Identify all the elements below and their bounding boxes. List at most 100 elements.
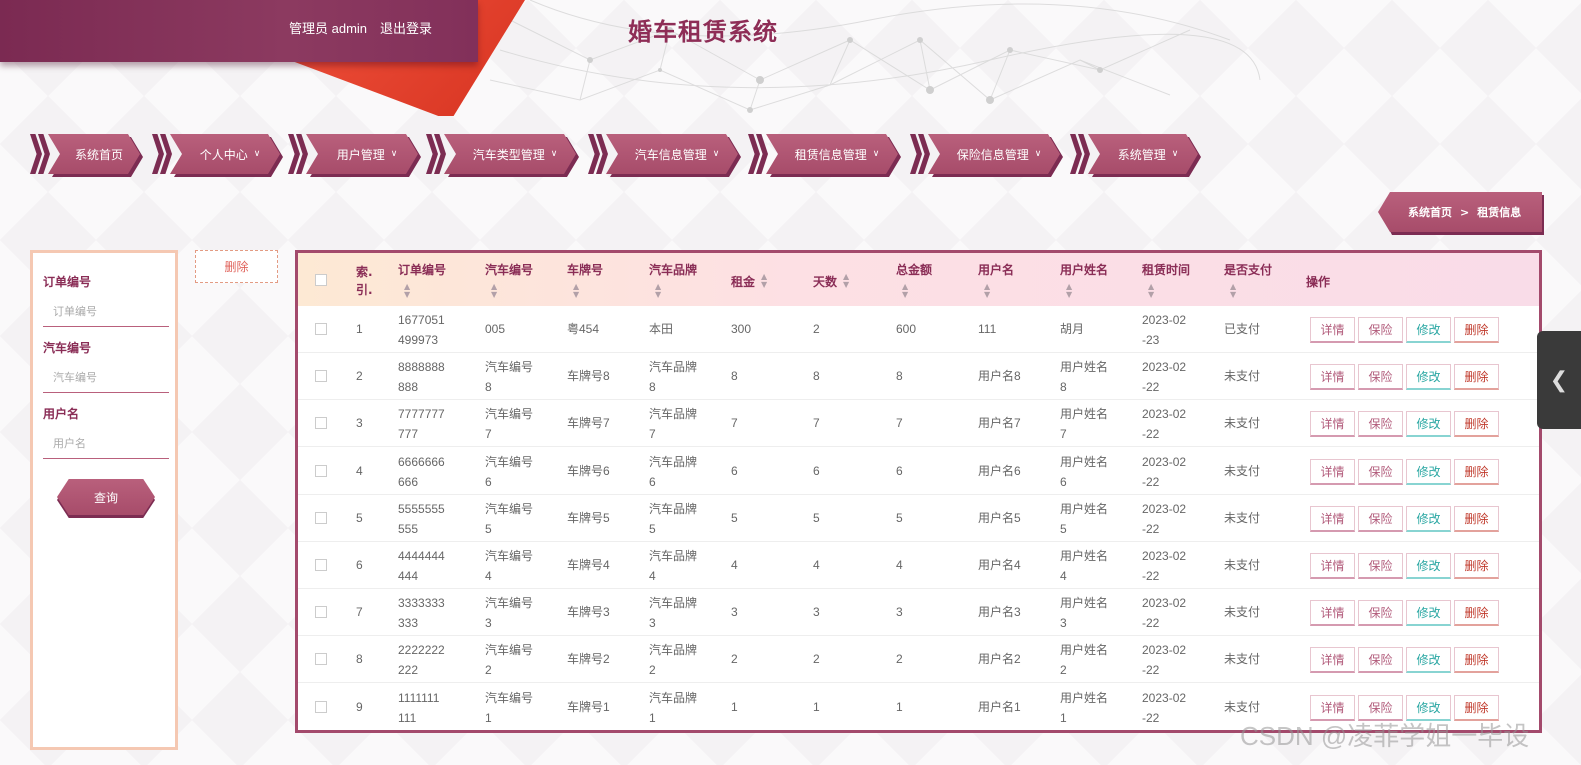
sort-icon[interactable]: ▲ ▼ <box>404 283 410 299</box>
detail-button[interactable]: 详情 <box>1310 600 1355 627</box>
row-index: 8 <box>356 652 363 667</box>
edit-button[interactable]: 修改 <box>1406 364 1451 391</box>
edit-button[interactable]: 修改 <box>1406 647 1451 674</box>
col-total[interactable]: 总金额 <box>896 261 932 278</box>
delete-button[interactable]: 删除 <box>1454 458 1499 485</box>
query-button[interactable]: 查询 <box>57 479 155 518</box>
sort-icon[interactable]: ▲ ▼ <box>655 283 661 299</box>
cell-user: 用户名6 <box>978 463 1021 478</box>
insurance-button[interactable]: 保险 <box>1358 458 1403 485</box>
detail-button[interactable]: 详情 <box>1310 411 1355 438</box>
edit-button[interactable]: 修改 <box>1406 505 1451 532</box>
sort-icon[interactable]: ▲ ▼ <box>761 273 767 289</box>
sort-icon[interactable]: ▲ ▼ <box>902 283 908 299</box>
detail-button[interactable]: 详情 <box>1310 458 1355 485</box>
row-checkbox[interactable] <box>315 511 327 524</box>
nav-item[interactable]: 租赁信息管理 ∨ <box>748 134 898 176</box>
car-no-input[interactable] <box>43 363 169 393</box>
cell-text: 666 <box>398 474 419 489</box>
edit-button[interactable]: 修改 <box>1406 411 1451 438</box>
delete-button[interactable]: 删除 <box>1454 317 1499 343</box>
row-checkbox[interactable] <box>315 323 327 335</box>
delete-button[interactable]: 删除 <box>1454 411 1499 438</box>
insurance-button[interactable]: 保险 <box>1358 317 1403 343</box>
nav-item[interactable]: 汽车信息管理 ∨ <box>588 134 738 176</box>
breadcrumb-home[interactable]: 系统首页 <box>1408 204 1452 220</box>
delete-button[interactable]: 删除 <box>1454 553 1499 579</box>
detail-button[interactable]: 详情 <box>1310 553 1355 579</box>
insurance-button[interactable]: 保险 <box>1358 364 1403 391</box>
sort-icon[interactable]: ▲ ▼ <box>573 283 579 299</box>
row-checkbox[interactable] <box>315 464 327 477</box>
edit-button[interactable]: 修改 <box>1406 317 1451 343</box>
col-time[interactable]: 租赁时间 <box>1142 261 1190 278</box>
sort-icon[interactable]: ▲ ▼ <box>1066 283 1072 299</box>
row-checkbox[interactable] <box>315 653 327 666</box>
cell-days: 7 <box>813 416 820 431</box>
sort-icon[interactable]: ▲ ▼ <box>984 283 990 299</box>
nav-item[interactable]: 系统首页 <box>30 134 140 176</box>
detail-button[interactable]: 详情 <box>1310 364 1355 391</box>
row-checkbox[interactable] <box>315 559 327 571</box>
col-paid[interactable]: 是否支付 <box>1224 261 1272 278</box>
sort-icon[interactable]: ▲ ▼ <box>1230 283 1236 299</box>
insurance-button[interactable]: 保险 <box>1358 647 1403 674</box>
sort-icon[interactable]: ▲ ▼ <box>1148 283 1154 299</box>
col-order-no[interactable]: 订单编号 <box>398 261 446 278</box>
col-car-no[interactable]: 汽车编号 <box>485 261 533 278</box>
logout-link[interactable]: 退出登录 <box>380 18 432 37</box>
delete-button[interactable]: 删除 <box>1454 505 1499 532</box>
nav-item[interactable]: 系统管理 ∨ <box>1070 134 1198 176</box>
cell-order: 5555555 555 <box>398 499 445 539</box>
row-checkbox[interactable] <box>315 700 327 713</box>
detail-button[interactable]: 详情 <box>1310 647 1355 674</box>
delete-button[interactable]: 删除 <box>1454 647 1499 674</box>
row-checkbox[interactable] <box>315 417 327 430</box>
insurance-button[interactable]: 保险 <box>1358 600 1403 627</box>
cell-text: 8 <box>1060 380 1067 395</box>
cell-paid: 未支付 <box>1224 416 1261 431</box>
detail-button[interactable]: 详情 <box>1310 317 1355 343</box>
nav-item[interactable]: 汽车类型管理 ∨ <box>426 134 576 176</box>
delete-button[interactable]: 删除 <box>1454 364 1499 391</box>
cell-text: 4 <box>649 569 656 583</box>
cell-total: 6 <box>896 463 903 478</box>
cell-paid: 未支付 <box>1224 369 1261 384</box>
row-checkbox[interactable] <box>315 370 327 383</box>
cell-paid: 未支付 <box>1224 558 1261 572</box>
nav-item[interactable]: 用户管理 ∨ <box>288 134 418 176</box>
nav-item[interactable]: 保险信息管理 ∨ <box>910 134 1060 176</box>
cell-order: 8888888 888 <box>398 357 445 397</box>
detail-button[interactable]: 详情 <box>1310 505 1355 532</box>
col-days[interactable]: 天数 <box>813 273 837 290</box>
delete-button[interactable]: 删除 <box>1454 600 1499 627</box>
insurance-button[interactable]: 保险 <box>1358 505 1403 532</box>
cell-name: 用户姓名 6 <box>1060 452 1108 492</box>
edit-button[interactable]: 修改 <box>1406 458 1451 485</box>
col-username[interactable]: 用户名 <box>978 261 1014 278</box>
col-brand[interactable]: 汽车品牌 <box>649 261 697 278</box>
col-realname[interactable]: 用户姓名 <box>1060 261 1108 278</box>
cell-text: 1111111 <box>398 690 440 705</box>
cell-plate: 车牌号4 <box>567 558 610 572</box>
row-index: 5 <box>356 510 363 525</box>
cell-text: -22 <box>1142 521 1160 536</box>
username-input[interactable] <box>43 429 169 459</box>
insurance-button[interactable]: 保险 <box>1358 553 1403 579</box>
sort-icon[interactable]: ▲ ▼ <box>843 273 849 289</box>
col-plate[interactable]: 车牌号 <box>567 261 603 278</box>
row-checkbox[interactable] <box>315 606 327 619</box>
cell-brand: 汽车品牌 8 <box>649 357 697 397</box>
batch-delete-button[interactable]: 删除 <box>195 250 278 283</box>
side-panel-toggle[interactable]: ❮ <box>1537 331 1581 429</box>
col-rent[interactable]: 租金 <box>731 273 755 290</box>
network-decoration <box>489 0 1261 113</box>
order-no-input[interactable] <box>43 297 169 327</box>
nav-item[interactable]: 个人中心 ∨ <box>152 134 280 176</box>
edit-button[interactable]: 修改 <box>1406 600 1451 627</box>
select-all-checkbox[interactable] <box>315 274 327 286</box>
cell-text: 2023-02 <box>1142 407 1187 422</box>
insurance-button[interactable]: 保险 <box>1358 411 1403 438</box>
sort-icon[interactable]: ▲ ▼ <box>491 283 497 299</box>
edit-button[interactable]: 修改 <box>1406 553 1451 579</box>
